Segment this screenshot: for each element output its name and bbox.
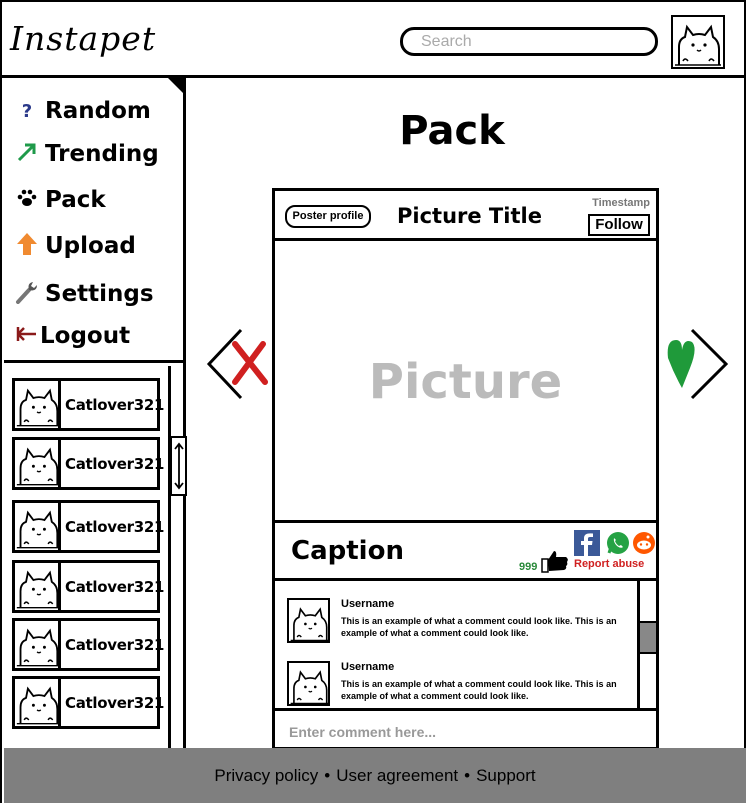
like-count: 999 (519, 561, 538, 573)
collapse-corner-icon[interactable] (168, 78, 186, 96)
cat-avatar-icon (15, 621, 61, 668)
contact-name: Catlover321 (65, 693, 165, 712)
sidebar-item-upload[interactable]: Upload (14, 228, 136, 264)
scroll-thumb[interactable] (640, 621, 656, 654)
post-card: Poster profile Picture Title Timestamp F… (272, 188, 659, 750)
thumbs-up-icon[interactable] (541, 549, 569, 577)
cat-avatar-icon (15, 440, 61, 487)
like-next-button[interactable] (660, 328, 730, 404)
avatar (15, 381, 61, 428)
paw-icon (14, 187, 40, 214)
comment-item: Username This is an example of what a co… (287, 598, 637, 648)
search-input[interactable]: Search (400, 27, 658, 56)
contact-item[interactable]: Catlover321 (12, 618, 164, 671)
picture-title: Picture Title (397, 204, 542, 228)
sidebar-item-label: Logout (40, 323, 131, 349)
cat-avatar-icon (15, 563, 61, 610)
comment-username[interactable]: Username (341, 598, 394, 610)
logout-arrow-icon (14, 324, 40, 348)
contact-item[interactable]: Catlover321 (12, 378, 164, 431)
avatar (15, 440, 61, 487)
contact-name: Catlover321 (65, 454, 165, 473)
privacy-policy-link[interactable]: Privacy policy (214, 766, 318, 786)
contact-item[interactable]: Catlover321 (12, 437, 164, 490)
wrench-icon (14, 280, 40, 309)
sidebar: ? Random Trending Pack Upload Settings L… (4, 78, 187, 748)
sidebar-item-label: Trending (45, 141, 159, 167)
sidebar-item-label: Pack (45, 187, 106, 213)
comments-list: Username This is an example of what a co… (275, 581, 656, 711)
picture-placeholder: Picture (368, 354, 563, 410)
report-abuse-link[interactable]: Report abuse (574, 558, 644, 570)
page-title: Pack (399, 108, 505, 154)
sidebar-item-random[interactable]: ? Random (14, 93, 151, 129)
caption-bar: Caption 999 Report abuse (275, 526, 656, 581)
user-agreement-link[interactable]: User agreement (336, 766, 458, 786)
post-header: Poster profile Picture Title Timestamp F… (275, 191, 656, 241)
scroll-thumb[interactable] (170, 436, 187, 496)
heart-icon (667, 340, 695, 388)
vertical-resize-icon (173, 442, 184, 490)
avatar[interactable] (287, 598, 330, 643)
trending-arrow-icon (14, 141, 40, 168)
app-logo[interactable]: Instapet (10, 22, 156, 55)
facebook-share-icon[interactable] (574, 530, 600, 560)
sidebar-item-label: Settings (45, 281, 154, 307)
sidebar-item-settings[interactable]: Settings (14, 276, 154, 312)
sidebar-item-label: Random (45, 98, 151, 124)
comment-input[interactable]: Enter comment here... (275, 714, 656, 750)
post-picture[interactable]: Picture (275, 244, 656, 523)
sidebar-item-label: Upload (45, 233, 136, 259)
avatar (15, 621, 61, 668)
sidebar-item-logout[interactable]: Logout (14, 318, 130, 354)
upload-arrow-icon (14, 232, 40, 261)
reddit-share-icon[interactable] (632, 531, 656, 559)
whatsapp-share-icon[interactable] (606, 531, 630, 559)
comments-scrollbar[interactable] (637, 581, 656, 708)
cat-avatar-icon (289, 600, 330, 643)
contact-name: Catlover321 (65, 635, 165, 654)
chevron-left-icon (206, 328, 243, 400)
caption: Caption (291, 536, 404, 566)
chevron-right-icon (690, 328, 729, 400)
sidebar-item-trending[interactable]: Trending (14, 136, 159, 172)
contact-name: Catlover321 (65, 395, 165, 414)
contact-item[interactable]: Catlover321 (12, 500, 164, 553)
comment-text: This is an example of what a comment cou… (341, 679, 617, 701)
timestamp: Timestamp (592, 197, 650, 209)
cat-avatar-icon (15, 503, 61, 550)
question-icon: ? (21, 100, 33, 122)
contact-name: Catlover321 (65, 577, 165, 596)
x-reject-icon (232, 341, 268, 385)
reject-previous-button[interactable] (205, 328, 271, 404)
comment-text: This is an example of what a comment cou… (341, 616, 617, 638)
cat-avatar-icon (15, 381, 61, 428)
footer-separator: • (324, 765, 331, 785)
contact-item[interactable]: Catlover321 (12, 676, 164, 729)
contact-name: Catlover321 (65, 517, 165, 536)
contact-list-scrollbar[interactable] (168, 366, 187, 748)
cat-avatar-icon (15, 679, 61, 726)
footer: Privacy policy • User agreement • Suppor… (4, 748, 746, 803)
comment-item: Username This is an example of what a co… (287, 661, 637, 711)
poster-profile-button[interactable]: Poster profile (285, 205, 371, 228)
footer-separator: • (464, 765, 471, 785)
cat-avatar-icon (289, 663, 330, 706)
avatar[interactable] (287, 661, 330, 706)
comment-username[interactable]: Username (341, 661, 394, 673)
header: Instapet Search (0, 0, 746, 78)
sidebar-item-pack[interactable]: Pack (14, 182, 106, 218)
contact-list: Catlover321 Catlover321 Catlover321 Catl… (4, 366, 187, 748)
sidebar-nav: ? Random Trending Pack Upload Settings L… (4, 78, 186, 363)
cat-avatar-icon (673, 17, 723, 67)
user-avatar[interactable] (671, 15, 725, 69)
follow-button[interactable]: Follow (588, 214, 650, 236)
avatar (15, 563, 61, 610)
support-link[interactable]: Support (476, 766, 536, 786)
contact-item[interactable]: Catlover321 (12, 560, 164, 613)
avatar (15, 679, 61, 726)
avatar (15, 503, 61, 550)
